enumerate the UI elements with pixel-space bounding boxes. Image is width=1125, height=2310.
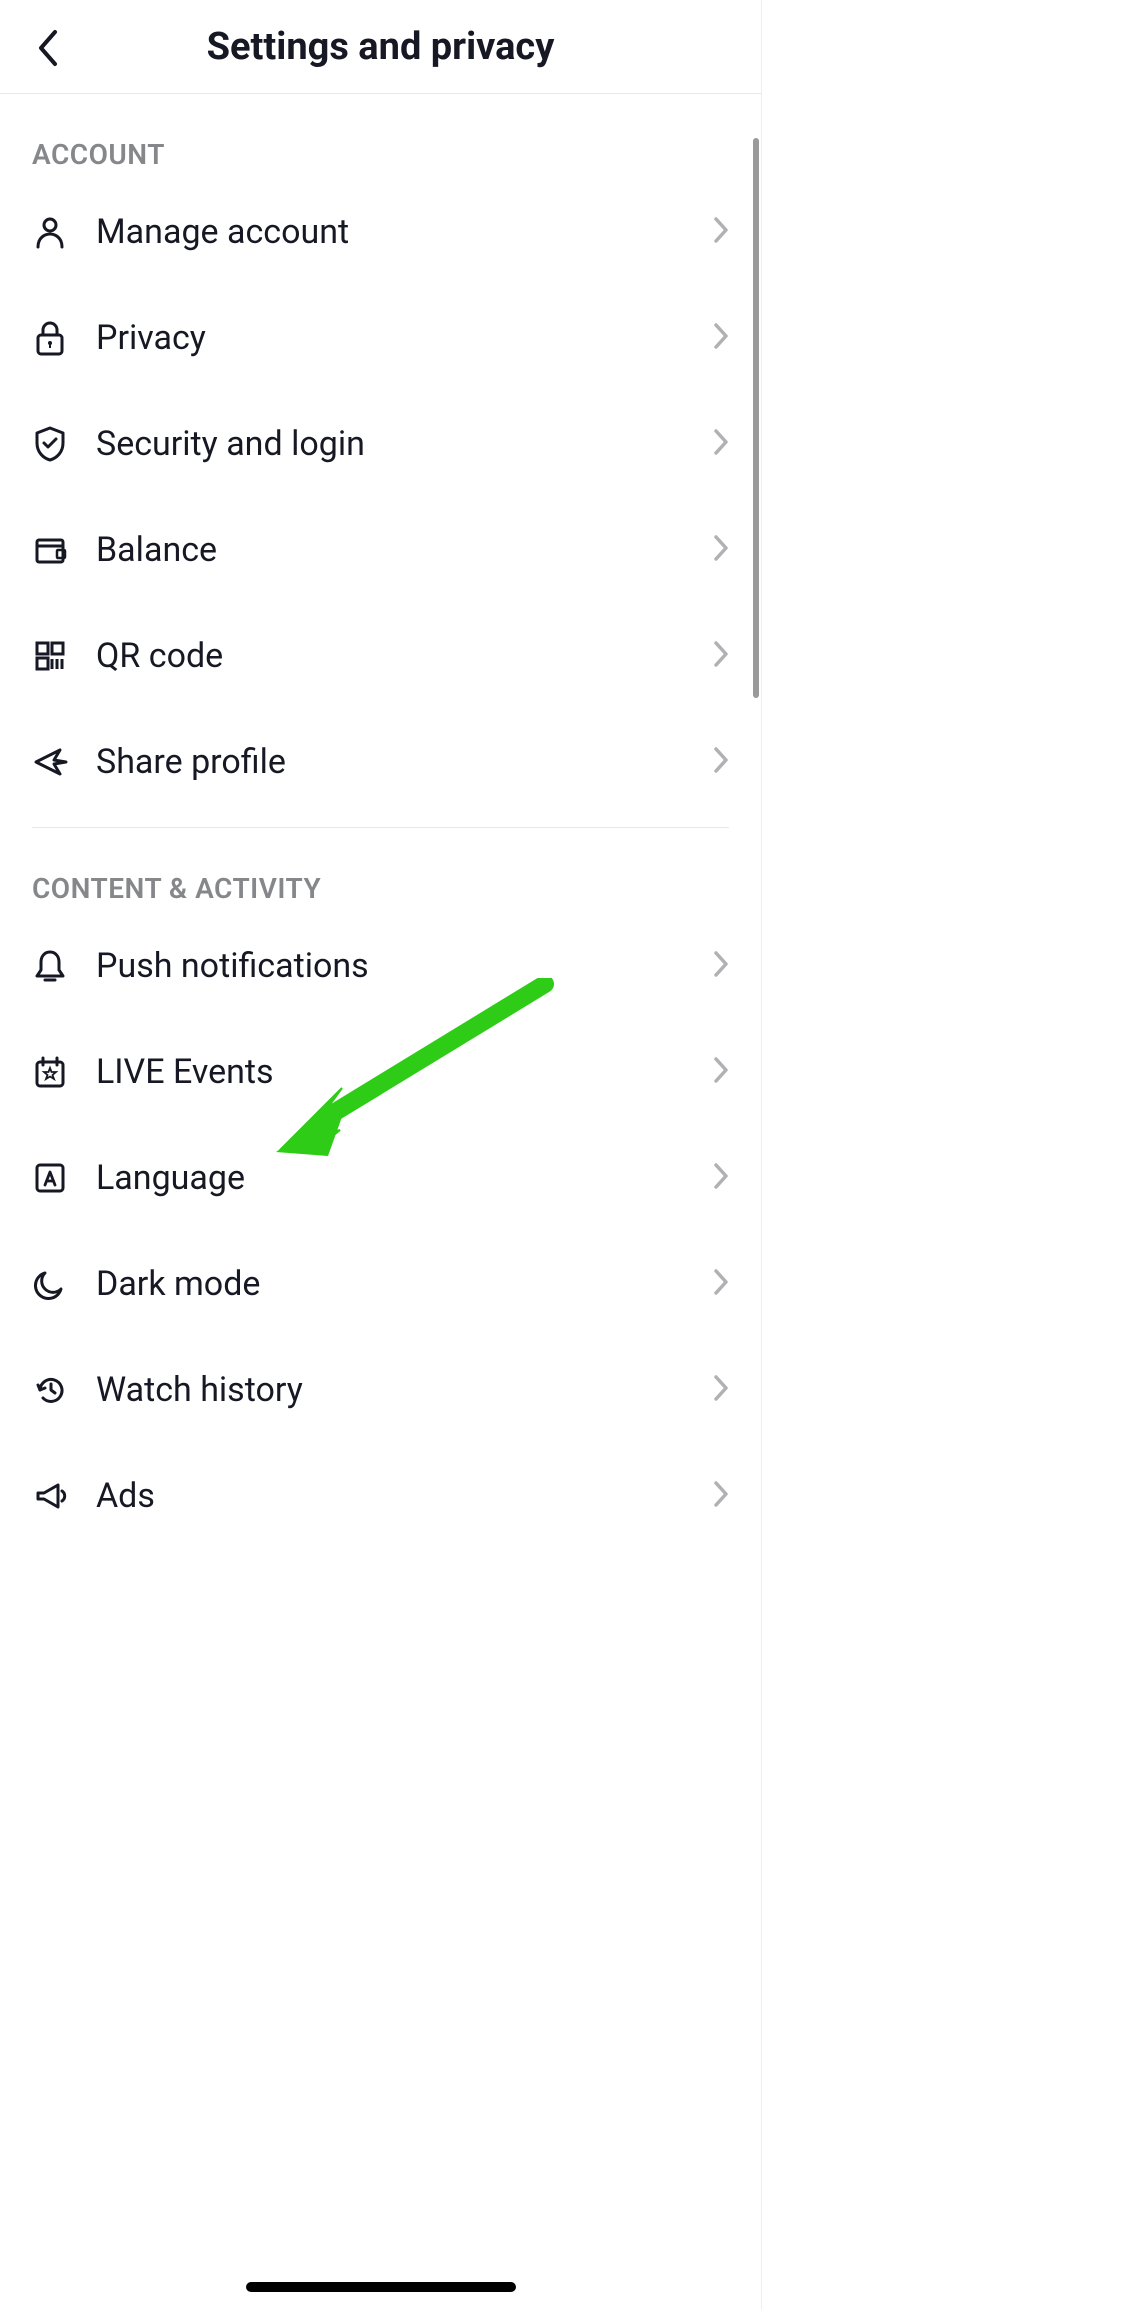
page-title: Settings and privacy xyxy=(0,25,761,69)
row-live-events[interactable]: LIVE Events xyxy=(32,1019,729,1125)
row-privacy[interactable]: Privacy xyxy=(32,285,729,391)
share-icon xyxy=(32,744,68,780)
section-header-account: ACCOUNT xyxy=(32,94,729,179)
settings-list: ACCOUNT Manage account xyxy=(0,94,761,1549)
chevron-left-icon xyxy=(35,28,61,68)
header-bar: Settings and privacy xyxy=(0,0,761,94)
row-watch-history[interactable]: Watch history xyxy=(32,1337,729,1443)
row-label: Share profile xyxy=(96,742,685,782)
row-dark-mode[interactable]: Dark mode xyxy=(32,1231,729,1337)
chevron-right-icon xyxy=(713,322,729,354)
megaphone-icon xyxy=(32,1478,68,1514)
row-qr-code[interactable]: QR code xyxy=(32,603,729,709)
bell-icon xyxy=(32,948,68,984)
row-manage-account[interactable]: Manage account xyxy=(32,179,729,285)
row-label: Ads xyxy=(96,1476,685,1516)
lock-icon xyxy=(32,320,68,356)
row-label: Push notifications xyxy=(96,946,685,986)
user-icon xyxy=(32,214,68,250)
row-push-notifications[interactable]: Push notifications xyxy=(32,913,729,1019)
row-security-login[interactable]: Security and login xyxy=(32,391,729,497)
chevron-right-icon xyxy=(713,640,729,672)
row-label: LIVE Events xyxy=(96,1052,685,1092)
chevron-right-icon xyxy=(713,950,729,982)
row-label: Watch history xyxy=(96,1370,685,1410)
home-indicator xyxy=(246,2282,516,2292)
chevron-right-icon xyxy=(713,1480,729,1512)
history-icon xyxy=(32,1372,68,1408)
row-label: Security and login xyxy=(96,424,685,464)
chevron-right-icon xyxy=(713,216,729,248)
row-label: Privacy xyxy=(96,318,685,358)
scrollbar[interactable] xyxy=(753,138,759,698)
language-icon xyxy=(32,1160,68,1196)
qr-icon xyxy=(32,638,68,674)
row-label: Balance xyxy=(96,530,685,570)
moon-icon xyxy=(32,1266,68,1302)
calendar-icon xyxy=(32,1054,68,1090)
wallet-icon xyxy=(32,532,68,568)
chevron-right-icon xyxy=(713,1162,729,1194)
chevron-right-icon xyxy=(713,428,729,460)
chevron-right-icon xyxy=(713,746,729,778)
row-language[interactable]: Language xyxy=(32,1125,729,1231)
chevron-right-icon xyxy=(713,1056,729,1088)
shield-icon xyxy=(32,426,68,462)
row-label: QR code xyxy=(96,636,685,676)
chevron-right-icon xyxy=(713,534,729,566)
row-ads[interactable]: Ads xyxy=(32,1443,729,1549)
chevron-right-icon xyxy=(713,1268,729,1300)
back-button[interactable] xyxy=(28,28,68,68)
section-header-content-activity: CONTENT & ACTIVITY xyxy=(32,828,729,913)
row-label: Manage account xyxy=(96,212,685,252)
row-label: Language xyxy=(96,1158,685,1198)
row-balance[interactable]: Balance xyxy=(32,497,729,603)
row-share-profile[interactable]: Share profile xyxy=(32,709,729,815)
chevron-right-icon xyxy=(713,1374,729,1406)
row-label: Dark mode xyxy=(96,1264,685,1304)
